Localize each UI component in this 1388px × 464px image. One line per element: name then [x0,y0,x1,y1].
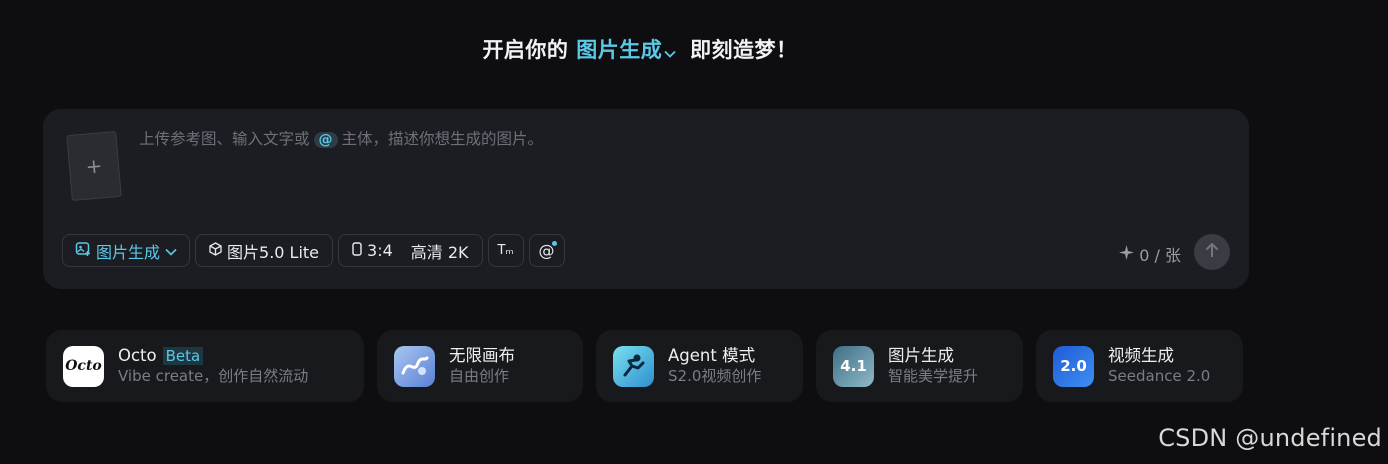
card-subtitle: S2.0视频创作 [668,367,762,385]
page-headline: 开启你的 图片生成 即刻造梦！ [0,34,1280,64]
cube-icon [209,241,222,260]
prompt-composer: + 上传参考图、输入文字或 @ 主体，描述你想生成的图片。 图片生成 图片5.0 L… [43,109,1249,289]
placeholder-text-after: 主体，描述你想生成的图片。 [341,130,544,148]
beta-badge: Beta [162,347,204,365]
octo-logo-icon: Octo [63,345,104,387]
image-gen-version: 4.1 [840,357,867,375]
composer-toolbar: 图片生成 图片5.0 Lite 3:4 高清 2K Tₘ @ [62,234,565,267]
ratio-quality-selector[interactable]: 3:4 高清 2K [338,234,483,267]
card-title: 视频生成 [1108,346,1174,365]
feature-card-canvas[interactable]: 无限画布 自由创作 [377,330,583,402]
canvas-icon [394,345,435,387]
chevron-down-icon [664,39,676,63]
card-subtitle: 智能美学提升 [888,367,979,385]
headline-suffix: 即刻造梦！ [690,38,798,62]
image-gen-icon: 4.1 [833,345,874,387]
chevron-down-icon [165,241,177,260]
mode-switcher[interactable]: 图片生成 [576,38,682,62]
video-gen-version: 2.0 [1060,357,1087,375]
feature-card-agent[interactable]: Agent 模式 S2.0视频创作 [596,330,803,402]
video-gen-icon: 2.0 [1053,345,1094,387]
send-button[interactable] [1194,234,1230,270]
feature-card-image-gen[interactable]: 4.1 图片生成 智能美学提升 [816,330,1023,402]
arrow-up-icon [1205,242,1219,262]
credits-counter: 0 / 张 [1119,242,1181,266]
mode-switcher-label: 图片生成 [576,38,663,62]
card-subtitle: Vibe create，创作自然流动 [118,367,309,385]
portrait-ratio-icon [352,241,362,260]
headline-prefix: 开启你的 [482,38,569,62]
feature-cards: Octo Octo Beta Vibe create，创作自然流动 无限画布 自由… [46,330,1243,402]
card-title: 图片生成 [888,346,954,365]
notification-dot [551,241,557,246]
ratio-label: 3:4 [367,241,393,260]
watermark: CSDN @undefined [1158,424,1382,452]
card-subtitle: Seedance 2.0 [1108,367,1211,385]
quality-label: 高清 2K [410,242,469,262]
feature-card-octo[interactable]: Octo Octo Beta Vibe create，创作自然流动 [46,330,364,402]
placeholder-text-before: 上传参考图、输入文字或 [139,130,310,148]
agent-icon [613,345,654,387]
text-style-icon: Tₘ [497,243,514,258]
card-title: Octo [118,346,157,365]
text-style-button[interactable]: Tₘ [487,234,524,267]
mention-chip: @ [313,132,338,148]
card-title: Agent 模式 [668,346,756,365]
card-subtitle: 自由创作 [449,367,510,385]
image-add-icon [75,241,91,261]
mention-button[interactable]: @ [528,234,565,267]
plus-icon: + [84,153,104,179]
mode-dropdown-label: 图片生成 [96,242,161,262]
feature-card-video-gen[interactable]: 2.0 视频生成 Seedance 2.0 [1036,330,1243,402]
octo-logo-text: Octo [65,358,102,374]
sparkle-icon [1119,244,1135,264]
card-title: 无限画布 [449,346,515,365]
upload-reference-button[interactable]: + [66,130,122,202]
prompt-input[interactable]: 上传参考图、输入文字或 @ 主体，描述你想生成的图片。 [139,127,543,149]
model-selector[interactable]: 图片5.0 Lite [195,234,334,267]
mode-dropdown[interactable]: 图片生成 [62,234,191,267]
credits-value: 0 / 张 [1139,246,1181,265]
model-selector-label: 图片5.0 Lite [227,242,320,262]
